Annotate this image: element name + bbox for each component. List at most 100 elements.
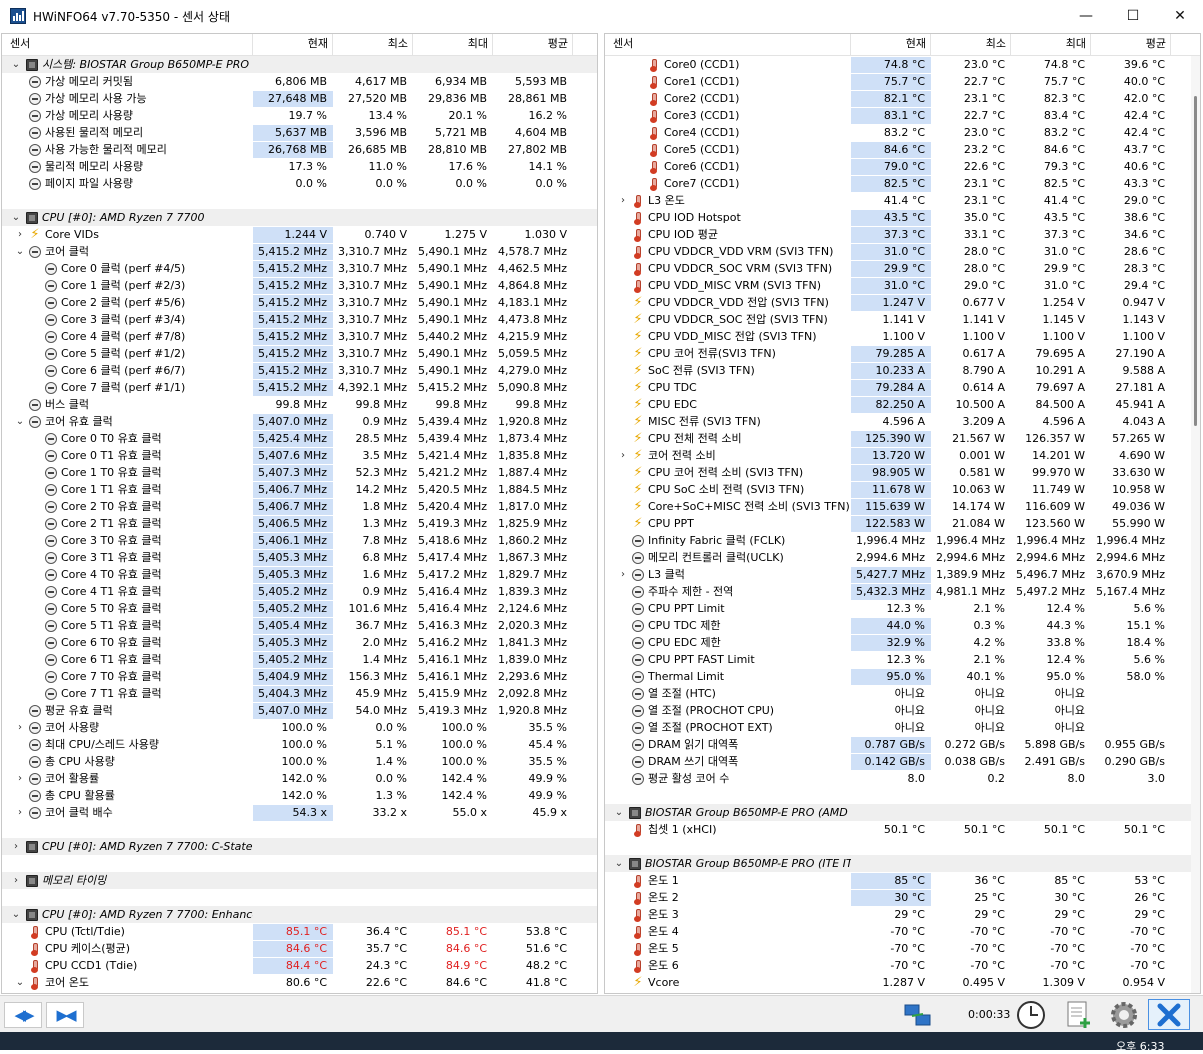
sensor-row-soc-svi3-tfn[interactable]: ⚡ SoC 전류 (SVI3 TFN) 10.233 A 8.790 A 10.291 … xyxy=(605,362,1200,379)
close-sensors-button[interactable] xyxy=(1148,999,1190,1030)
collapse-chevron-icon[interactable]: ⌄ xyxy=(14,243,26,260)
sensor-row-core4-ccd1[interactable]: Core4 (CCD1) 83.2 °C 23.0 °C 83.2 °C 42.4 °C xyxy=(605,124,1200,141)
nav-left-right-button[interactable]: ◀▶ xyxy=(4,1002,42,1028)
sensor-row-row[interactable]: 가상 메모리 사용량 19.7 % 13.4 % 20.1 % 16.2 % xyxy=(2,107,597,124)
sensor-row-cpu-ppt-fast-limit[interactable]: CPU PPT FAST Limit 12.3 % 2.1 % 12.4 % 5.6 % xyxy=(605,651,1200,668)
sensor-group-row[interactable]: ⌄ CPU [#0]: AMD Ryzen 7 7700: Enhanced xyxy=(2,906,597,923)
sensor-row-core-6-t1[interactable]: Core 6 T1 유효 클럭 5,405.2 MHz 1.4 MHz 5,416.1… xyxy=(2,651,597,668)
sensor-row-cpu-vddcr-soc-svi3-tfn[interactable]: ⚡ CPU VDDCR_SOC 전압 (SVI3 TFN) 1.141 V 1.141… xyxy=(605,311,1200,328)
collapse-chevron-icon[interactable]: ⌄ xyxy=(14,974,26,991)
sensor-row-core-4-perf-7-8[interactable]: Core 4 클럭 (perf #7/8) 5,415.2 MHz 3,310.7 … xyxy=(2,328,597,345)
sensor-group-row[interactable]: › CPU [#0]: AMD Ryzen 7 7700: C-State 점유율 xyxy=(2,838,597,855)
sensor-row-core-0-t1[interactable]: Core 0 T1 유효 클럭 5,407.6 MHz 3.5 MHz 5,421.4… xyxy=(2,447,597,464)
sensor-row-cpu-iod[interactable]: CPU IOD 평균 37.3 °C 33.1 °C 37.3 °C 34.6 °C xyxy=(605,226,1200,243)
sensor-row-dram[interactable]: DRAM 읽기 대역폭 0.787 GB/s 0.272 GB/s 5.898 GB/… xyxy=(605,736,1200,753)
sensor-row-row[interactable]: 사용된 물리적 메모리 5,637 MB 3,596 MB 5,721 MB 4,604… xyxy=(2,124,597,141)
sensor-row-core-5-t1[interactable]: Core 5 T1 유효 클럭 5,405.4 MHz 36.7 MHz 5,416.… xyxy=(2,617,597,634)
sensor-row-core-5-perf-1-2[interactable]: Core 5 클럭 (perf #1/2) 5,415.2 MHz 3,310.7 … xyxy=(2,345,597,362)
sensor-row-cpu[interactable]: 총 CPU 사용량 100.0 % 1.4 % 100.0 % 35.5 % xyxy=(2,753,597,770)
network-button[interactable] xyxy=(898,999,938,1030)
close-button[interactable]: ✕ xyxy=(1157,0,1203,32)
sensor-row-cpu-iod-hotspot[interactable]: CPU IOD Hotspot 43.5 °C 35.0 °C 43.5 °C 38.6… xyxy=(605,209,1200,226)
sensor-row-cpu[interactable]: 최대 CPU/스레드 사용량 100.0 % 5.1 % 100.0 % 45.4 % xyxy=(2,736,597,753)
sensor-row-cpu-svi3-tfn[interactable]: ⚡ CPU 코어 전력 소비 (SVI3 TFN) 98.905 W 0.581 W 9… xyxy=(605,464,1200,481)
sensor-row-cpu-svi3-tfn[interactable]: ⚡ CPU 코어 전류(SVI3 TFN) 79.285 A 0.617 A 79.69… xyxy=(605,345,1200,362)
column-max[interactable]: 최대 xyxy=(413,34,493,56)
sensor-row-cpu-soc-svi3-tfn[interactable]: ⚡ CPU SoC 소비 전력 (SVI3 TFN) 11.678 W 10.063 … xyxy=(605,481,1200,498)
sensor-row-prochot-ext[interactable]: 열 조절 (PROCHOT EXT) 아니요 아니요 아니요 xyxy=(605,719,1200,736)
sensor-row-row[interactable]: › 코어 활용률 142.0 % 0.0 % 142.4 % 49.9 % xyxy=(2,770,597,787)
sensor-row-row[interactable]: 페이지 파일 사용량 0.0 % 0.0 % 0.0 % 0.0 % xyxy=(2,175,597,192)
sensor-row-row[interactable]: › ⚡ 코어 전력 소비 13.720 W 0.001 W 14.201 W 4.690 W xyxy=(605,447,1200,464)
collapse-chevron-icon[interactable]: ⌄ xyxy=(613,804,625,821)
sensor-row-row[interactable]: 사용 가능한 물리적 메모리 26,768 MB 26,685 MB 28,810 M… xyxy=(2,141,597,158)
minimize-button[interactable]: — xyxy=(1063,0,1109,32)
sensor-row-core-4-t1[interactable]: Core 4 T1 유효 클럭 5,405.2 MHz 0.9 MHz 5,416.4… xyxy=(2,583,597,600)
collapse-chevron-icon[interactable]: ⌄ xyxy=(10,906,22,923)
expand-chevron-icon[interactable]: › xyxy=(14,226,26,243)
column-sensor[interactable]: 센서 xyxy=(605,34,851,56)
sensor-row-cpu-vddcr-vdd-svi3-tfn[interactable]: ⚡ CPU VDDCR_VDD 전압 (SVI3 TFN) 1.247 V 0.677… xyxy=(605,294,1200,311)
sensor-row-core6-ccd1[interactable]: Core6 (CCD1) 79.0 °C 22.6 °C 79.3 °C 40.6 °C xyxy=(605,158,1200,175)
sensor-row-cpu[interactable]: ⚡ CPU 전체 전력 소비 125.390 W 21.567 W 126.357 W 5… xyxy=(605,430,1200,447)
log-button[interactable] xyxy=(1058,999,1100,1030)
sensor-row-cpu-ppt[interactable]: ⚡ CPU PPT 122.583 W 21.084 W 123.560 W 55.990… xyxy=(605,515,1200,532)
sensor-row-cpu-vdd-misc-vrm-svi3-tfn[interactable]: CPU VDD_MISC VRM (SVI3 TFN) 31.0 °C 29.0 °… xyxy=(605,277,1200,294)
sensor-row-1[interactable]: 온도 1 85 °C 36 °C 85 °C 53 °C xyxy=(605,872,1200,889)
sensor-row-core-6-t0[interactable]: Core 6 T0 유효 클럭 5,405.3 MHz 2.0 MHz 5,416.2… xyxy=(2,634,597,651)
column-max[interactable]: 최대 xyxy=(1011,34,1091,56)
sensor-row-row[interactable]: ⌄ 코어 클럭 5,415.2 MHz 3,310.7 MHz 5,490.1 MHz 4… xyxy=(2,243,597,260)
column-min[interactable]: 최소 xyxy=(333,34,413,56)
sensor-row-core-5-t0[interactable]: Core 5 T0 유효 클럭 5,405.2 MHz 101.6 MHz 5,416… xyxy=(2,600,597,617)
sensor-row-cpu-tdc[interactable]: CPU TDC 제한 44.0 % 0.3 % 44.3 % 15.1 % xyxy=(605,617,1200,634)
collapse-chevron-icon[interactable]: ⌄ xyxy=(10,209,22,226)
sensor-group-row[interactable]: ⌄ BIOSTAR Group B650MP-E PRO (ITE IT8625E… xyxy=(605,855,1200,872)
sensor-row-cpu-ccd1-tdie[interactable]: CPU CCD1 (Tdie) 84.4 °C 24.3 °C 84.9 °C 48.2… xyxy=(2,957,597,974)
expand-chevron-icon[interactable]: › xyxy=(14,804,26,821)
sensor-row-row[interactable]: 평균 유효 클럭 5,407.0 MHz 54.0 MHz 5,419.3 MHz 1,… xyxy=(2,702,597,719)
sensor-row-cpu-tctl-tdie[interactable]: CPU (Tctl/Tdie) 85.1 °C 36.4 °C 85.1 °C 53.8… xyxy=(2,923,597,940)
sensor-row-row[interactable]: 물리적 메모리 사용량 17.3 % 11.0 % 17.6 % 14.1 % xyxy=(2,158,597,175)
sensor-row-uclk[interactable]: 메모리 컨트롤러 클럭(UCLK) 2,994.6 MHz 2,994.6 MHz 2… xyxy=(605,549,1200,566)
sensor-row-cpu-edc[interactable]: CPU EDC 제한 32.9 % 4.2 % 33.8 % 18.4 % xyxy=(605,634,1200,651)
sensor-row-core-1-t0[interactable]: Core 1 T0 유효 클럭 5,407.3 MHz 52.3 MHz 5,421.… xyxy=(2,464,597,481)
sensor-row-core-1-t1[interactable]: Core 1 T1 유효 클럭 5,406.7 MHz 14.2 MHz 5,420.… xyxy=(2,481,597,498)
sensor-group-row[interactable]: ⌄ BIOSTAR Group B650MP-E PRO (AMD 칩셋) xyxy=(605,804,1200,821)
sensor-row-vcore[interactable]: ⚡ Vcore 1.287 V 0.495 V 1.309 V 0.954 V xyxy=(605,974,1200,991)
sensor-row-row[interactable]: 평균 활성 코어 수 8.0 0.2 8.0 3.0 xyxy=(605,770,1200,787)
sensor-row-l3[interactable]: › L3 클럭 5,427.7 MHz 1,389.9 MHz 5,496.7 MHz 3… xyxy=(605,566,1200,583)
sensor-row-core0-ccd1[interactable]: Core0 (CCD1) 74.8 °C 23.0 °C 74.8 °C 39.6 °C xyxy=(605,56,1200,73)
sensor-row-cpu-ppt-limit[interactable]: CPU PPT Limit 12.3 % 2.1 % 12.4 % 5.6 % xyxy=(605,600,1200,617)
sensor-row-core-1-perf-2-3[interactable]: Core 1 클럭 (perf #2/3) 5,415.2 MHz 3,310.7 … xyxy=(2,277,597,294)
sensor-row-cpu[interactable]: CPU 케이스(평균) 84.6 °C 35.7 °C 84.6 °C 51.6 °C xyxy=(2,940,597,957)
sensor-row-core-3-t0[interactable]: Core 3 T0 유효 클럭 5,406.1 MHz 7.8 MHz 5,418.6… xyxy=(2,532,597,549)
expand-chevron-icon[interactable]: › xyxy=(14,770,26,787)
sensor-row-row[interactable]: › 코어 사용량 100.0 % 0.0 % 100.0 % 35.5 % xyxy=(2,719,597,736)
sensor-row-core-soc-misc-svi3-tfn[interactable]: ⚡ Core+SoC+MISC 전력 소비 (SVI3 TFN) 115.639 W… xyxy=(605,498,1200,515)
collapse-chevron-icon[interactable]: ⌄ xyxy=(14,413,26,430)
sensor-row-core-0-t0[interactable]: Core 0 T0 유효 클럭 5,425.4 MHz 28.5 MHz 5,439.… xyxy=(2,430,597,447)
sensor-row-core-7-t1[interactable]: Core 7 T1 유효 클럭 5,404.3 MHz 45.9 MHz 5,415.… xyxy=(2,685,597,702)
sensor-row-row[interactable]: 가상 메모리 커밋됨 6,806 MB 4,617 MB 6,934 MB 5,593 … xyxy=(2,73,597,90)
collapse-chevron-icon[interactable]: ⌄ xyxy=(613,855,625,872)
sensor-row-core5-ccd1[interactable]: Core5 (CCD1) 84.6 °C 23.2 °C 84.6 °C 43.7 °C xyxy=(605,141,1200,158)
sensor-row-row[interactable]: ⌄ 코어 온도 80.6 °C 22.6 °C 84.6 °C 41.8 °C xyxy=(2,974,597,991)
sensor-row-1-xhci[interactable]: 칩셋 1 (xHCI) 50.1 °C 50.1 °C 50.1 °C 50.1 °C xyxy=(605,821,1200,838)
collapse-chevron-icon[interactable]: ⌄ xyxy=(10,56,22,73)
sensor-row-row[interactable]: 버스 클럭 99.8 MHz 99.8 MHz 99.8 MHz 99.8 MHz xyxy=(2,396,597,413)
sensor-group-row[interactable]: ⌄ CPU [#0]: AMD Ryzen 7 7700 xyxy=(2,209,597,226)
column-sensor[interactable]: 센서 xyxy=(2,34,253,56)
sensor-row-core1-ccd1[interactable]: Core1 (CCD1) 75.7 °C 22.7 °C 75.7 °C 40.0 °C xyxy=(605,73,1200,90)
sensor-row-core-6-perf-6-7[interactable]: Core 6 클럭 (perf #6/7) 5,415.2 MHz 3,310.7 … xyxy=(2,362,597,379)
sensor-row-2[interactable]: 온도 2 30 °C 25 °C 30 °C 26 °C xyxy=(605,889,1200,906)
sensor-row-core-7-perf-1-1[interactable]: Core 7 클럭 (perf #1/1) 5,415.2 MHz 4,392.1 … xyxy=(2,379,597,396)
sensor-row-6[interactable]: 온도 6 -70 °C -70 °C -70 °C -70 °C xyxy=(605,957,1200,974)
expand-chevron-icon[interactable]: › xyxy=(617,566,629,583)
sensor-row-core2-ccd1[interactable]: Core2 (CCD1) 82.1 °C 23.1 °C 82.3 °C 42.0 °C xyxy=(605,90,1200,107)
sensor-row-cpu-vdd-misc-svi3-tfn[interactable]: ⚡ CPU VDD_MISC 전압 (SVI3 TFN) 1.100 V 1.100 … xyxy=(605,328,1200,345)
scrollbar-track[interactable] xyxy=(1191,56,1200,993)
sensor-row-core-2-t0[interactable]: Core 2 T0 유효 클럭 5,406.7 MHz 1.8 MHz 5,420.4… xyxy=(2,498,597,515)
sensor-row-cpu-vddcr-soc-vrm-svi3-tfn[interactable]: CPU VDDCR_SOC VRM (SVI3 TFN) 29.9 °C 28.0 … xyxy=(605,260,1200,277)
sensor-row-cpu-edc[interactable]: ⚡ CPU EDC 82.250 A 10.500 A 84.500 A 45.941 A xyxy=(605,396,1200,413)
sensor-row-core-7-t0[interactable]: Core 7 T0 유효 클럭 5,404.9 MHz 156.3 MHz 5,416… xyxy=(2,668,597,685)
